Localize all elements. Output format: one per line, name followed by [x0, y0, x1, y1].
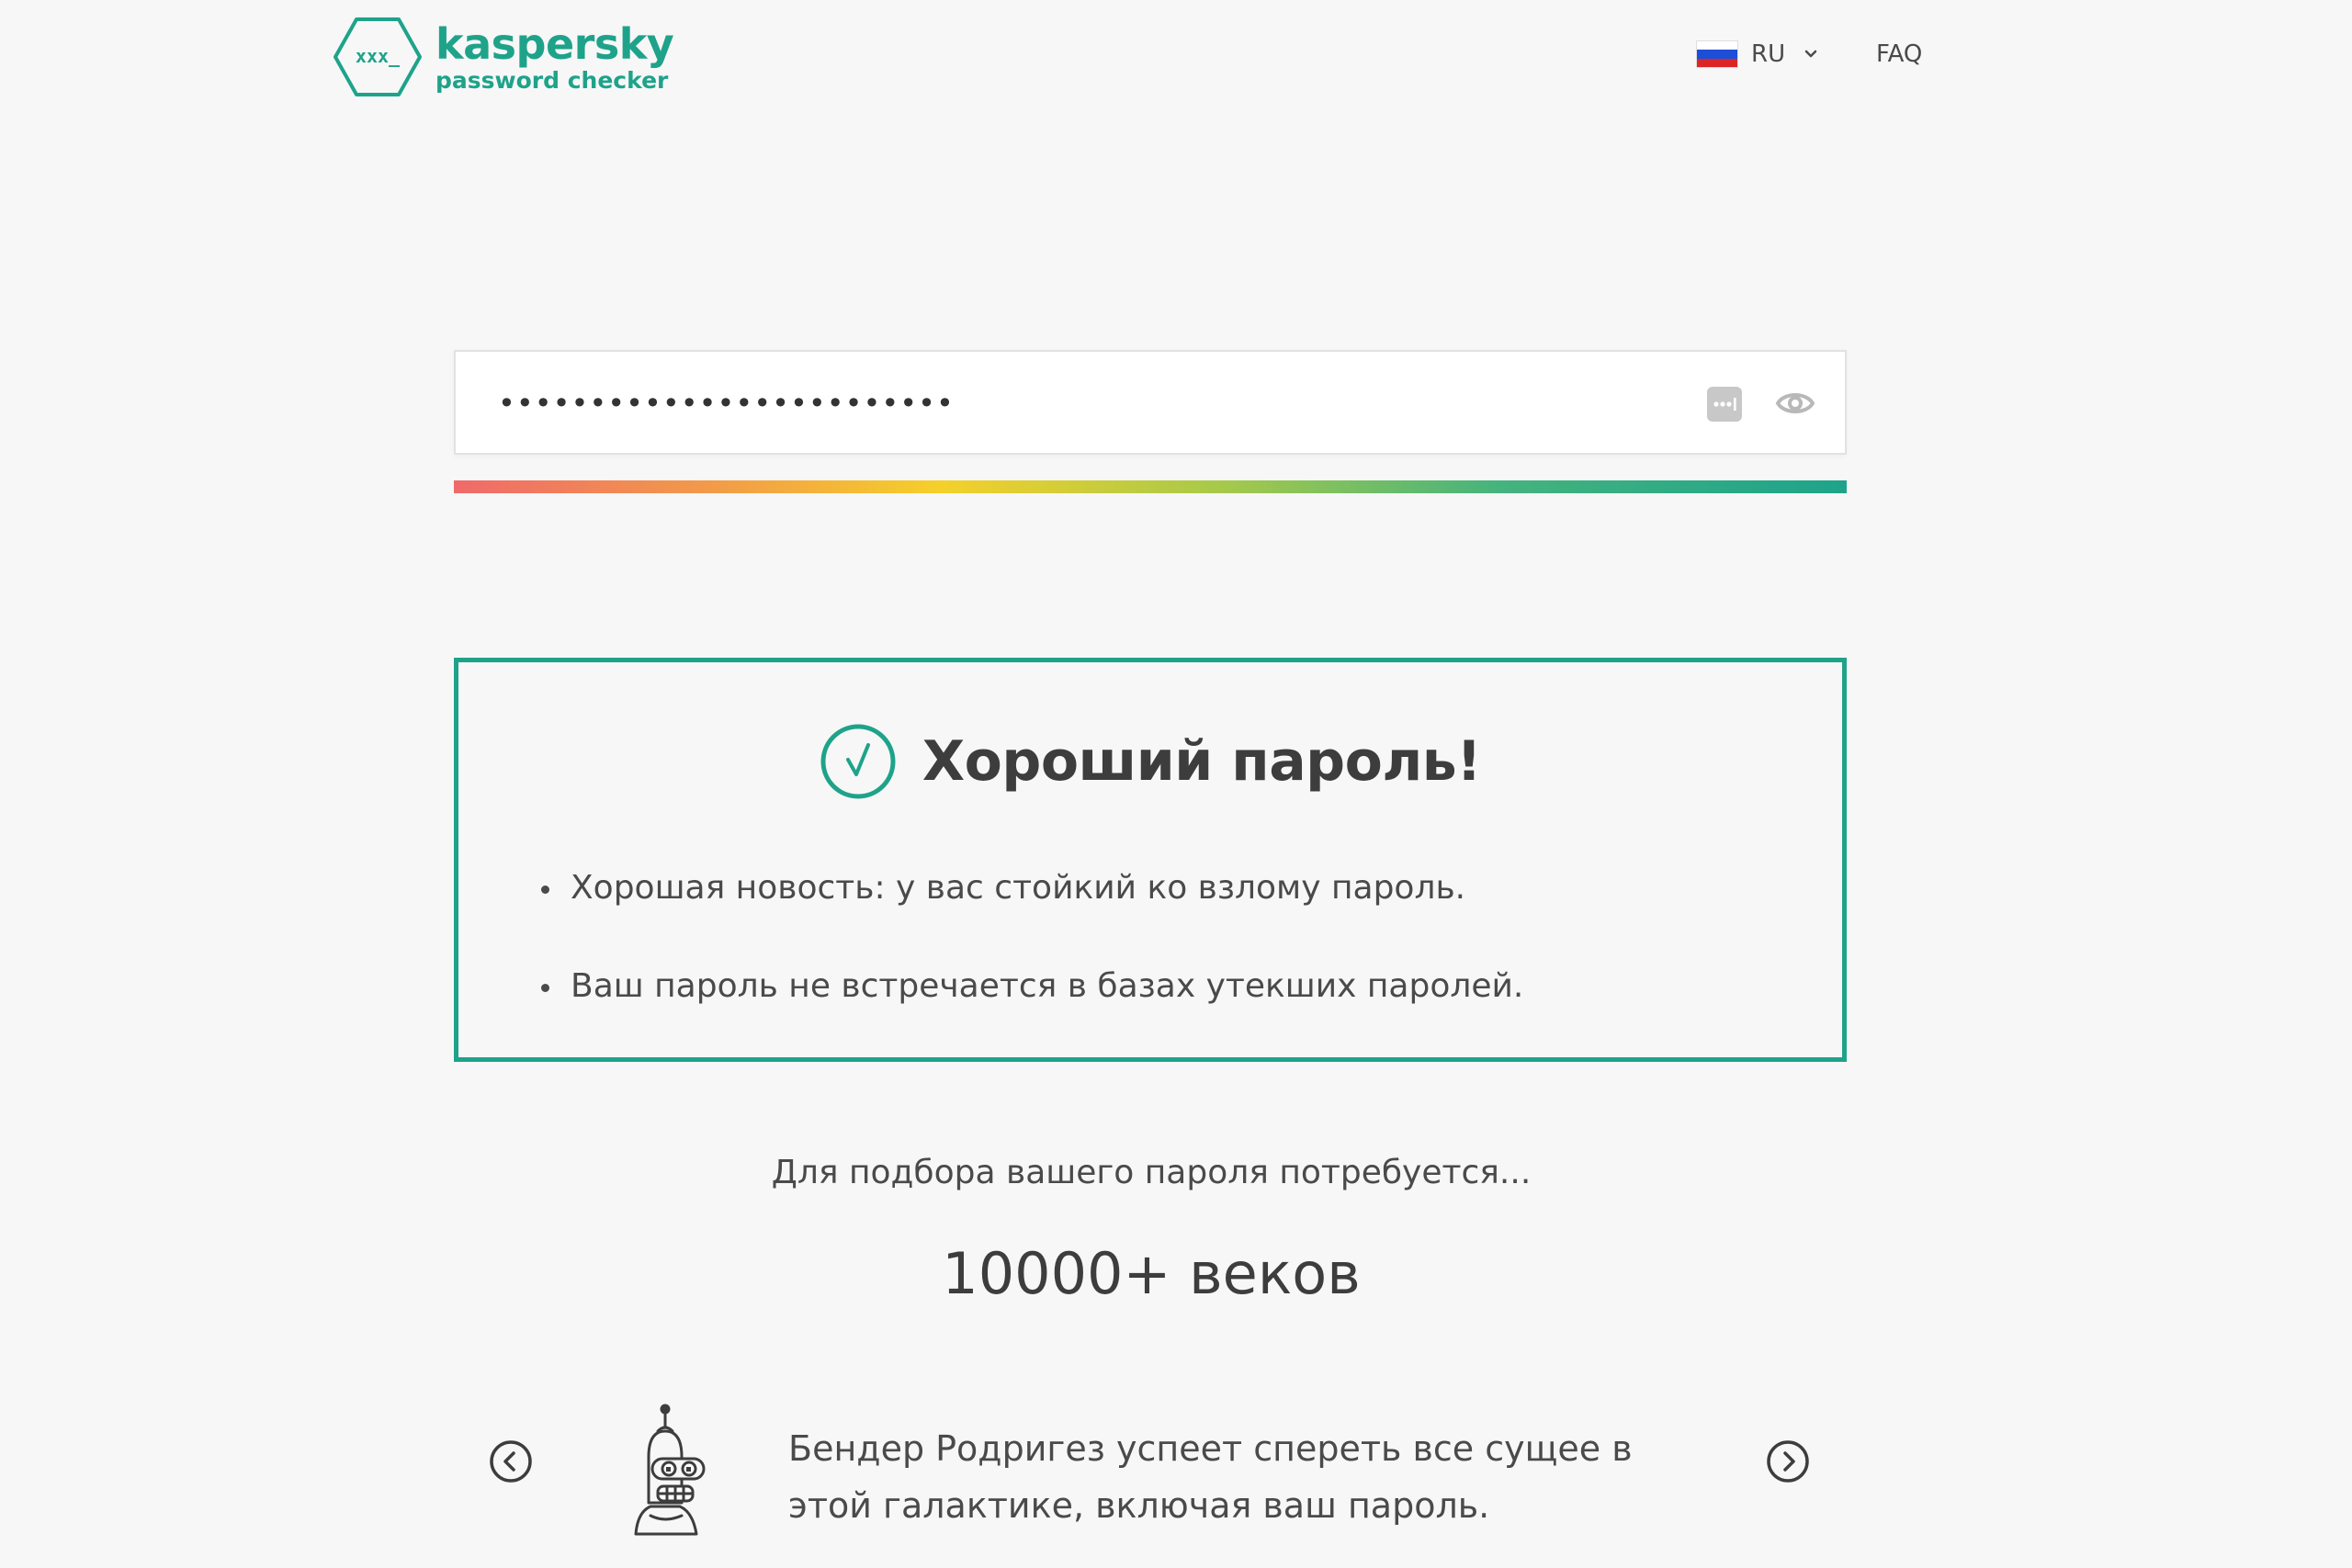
result-panel: Хороший пароль! Хорошая новость: у вас с… — [454, 658, 1847, 1062]
carousel-fact-text: Бендер Родригез успеет спереть все сущее… — [788, 1428, 1633, 1526]
hexagon-logo-icon: xxx_ — [334, 17, 422, 96]
password-input[interactable]: ••••••••••••••••••••••••• — [454, 350, 1847, 455]
russia-flag-icon — [1696, 40, 1738, 68]
result-title: Хороший пароль! — [922, 729, 1482, 794]
password-generator-icon[interactable] — [1706, 386, 1743, 423]
carousel-prev-button[interactable] — [489, 1439, 533, 1483]
chevron-down-icon — [1804, 50, 1817, 58]
eye-icon[interactable] — [1775, 387, 1815, 420]
password-masked-value: ••••••••••••••••••••••••• — [498, 386, 955, 421]
strength-meter — [454, 480, 1847, 493]
result-points: Хорошая новость: у вас стойкий ко взлому… — [541, 864, 1523, 1061]
result-point: Хорошая новость: у вас стойкий ко взлому… — [541, 864, 1523, 912]
brand-name: kaspersky — [435, 18, 674, 69]
strength-meter-fill — [454, 480, 1847, 493]
faq-link[interactable]: FAQ — [1876, 40, 1922, 68]
kaspersky-logo[interactable]: xxx_ kaspersky password checker — [333, 17, 674, 97]
crack-time-label: Для подбора вашего пароля потребуется... — [771, 1154, 1532, 1191]
product-name: password checker — [435, 66, 669, 94]
crack-time-value: 10000+ веков — [942, 1240, 1361, 1307]
language-code: RU — [1751, 40, 1786, 68]
check-circle-icon — [820, 724, 896, 799]
carousel-next-button[interactable] — [1766, 1439, 1810, 1483]
page: xxx_ kaspersky password checker RU FAQ •… — [0, 0, 2352, 1568]
result-point: Ваш пароль не встречается в базах утекши… — [541, 963, 1523, 1010]
logo-mark-text: xxx_ — [356, 45, 401, 67]
logo-text: kaspersky password checker — [435, 18, 674, 94]
language-selector[interactable]: RU — [1696, 40, 1818, 68]
result-header: Хороший пароль! — [458, 723, 1842, 800]
bender-robot-icon — [634, 1404, 706, 1536]
